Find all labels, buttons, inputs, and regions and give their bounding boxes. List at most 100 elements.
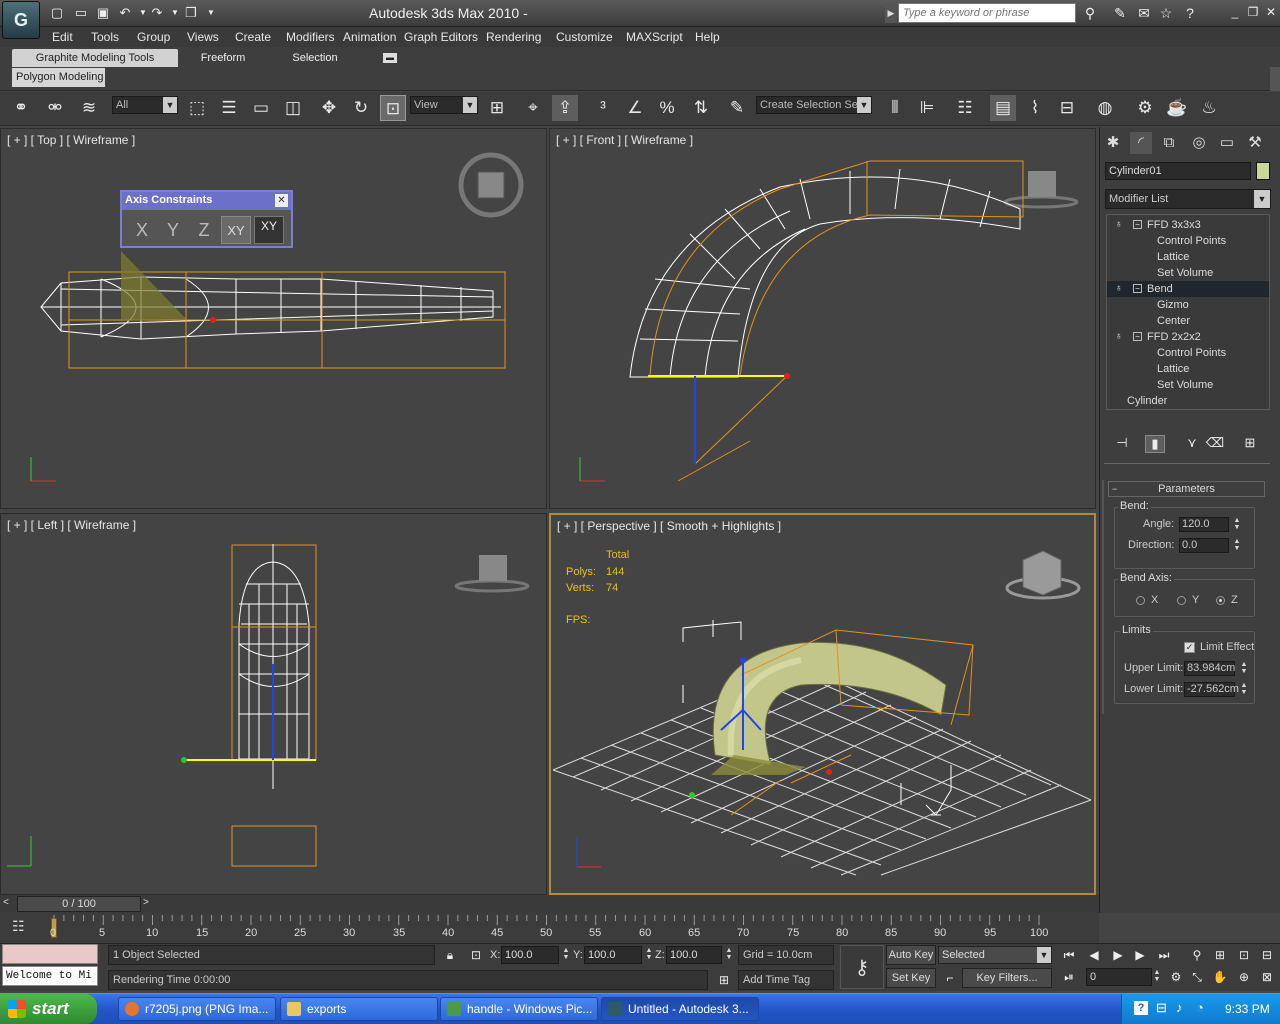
select-by-name-icon[interactable]: ☰ [216, 95, 242, 121]
communication-center-icon[interactable]: ✉ [1134, 4, 1154, 22]
render-setup-icon[interactable]: ⚙ [1132, 95, 1158, 121]
field-of-view-icon[interactable]: ⤡ [1187, 968, 1207, 986]
subscription-center-icon[interactable]: ✎ [1110, 4, 1130, 22]
remove-modifier-icon[interactable]: ⌫ [1205, 435, 1225, 453]
bend-axis-z-radio[interactable] [1216, 596, 1225, 605]
new-file-icon[interactable]: ▢ [48, 4, 66, 22]
utilities-panel-icon[interactable]: ⚒ [1244, 132, 1266, 154]
stack-item-set-volume[interactable]: Set Volume [1107, 265, 1269, 281]
open-file-icon[interactable]: ▭ [72, 4, 90, 22]
menu-animation[interactable]: Animation [343, 30, 396, 44]
menu-help[interactable]: Help [695, 30, 720, 44]
time-prev-arrow-icon[interactable]: < [3, 897, 15, 911]
angle-input[interactable]: 120.0 [1179, 517, 1229, 532]
limit-effect-checkbox[interactable]: ✓ [1184, 642, 1195, 653]
rollout-scrollbar[interactable] [1102, 480, 1104, 714]
close-icon[interactable]: ✕ [1262, 5, 1280, 21]
curve-editor-icon[interactable]: ⌇ [1022, 95, 1048, 121]
unlink-selection-icon[interactable]: ⚮ [42, 95, 68, 121]
select-and-link-icon[interactable]: ⚭ [8, 95, 34, 121]
stack-item-ffd-3x3x3[interactable]: ♁ − FFD 3x3x3 [1107, 217, 1269, 233]
upper-limit-spinner[interactable]: ▲ ▼ [1239, 661, 1249, 676]
time-slider[interactable]: 0 / 100 [17, 896, 141, 912]
edit-named-selection-icon[interactable]: ✎ [724, 95, 750, 121]
menu-tools[interactable]: Tools [91, 30, 119, 44]
hierarchy-panel-icon[interactable]: ⧉ [1158, 132, 1180, 154]
create-panel-icon[interactable]: ✱ [1102, 132, 1124, 154]
bend-axis-y-radio[interactable] [1177, 596, 1186, 605]
configure-modifier-sets-icon[interactable]: ⊞ [1240, 435, 1260, 453]
viewport-left[interactable]: [ + ] [ Left ] [ Wireframe ] [0, 513, 547, 895]
default-in-out-tangents-icon[interactable]: ⌐ [940, 969, 960, 987]
tray-app-icon[interactable]: ◔ [1196, 1000, 1204, 1015]
menu-graph-editors[interactable]: Graph Editors [404, 30, 478, 44]
stack-item-control-points[interactable]: Control Points [1107, 233, 1269, 249]
set-key-button[interactable]: Set Key [886, 968, 936, 988]
window-crossing-icon[interactable]: ◫ [280, 95, 306, 121]
search-expand-icon[interactable]: ▶ [885, 3, 897, 23]
zoom-extents-all-icon[interactable]: ⊟ [1257, 946, 1277, 964]
binoculars-icon[interactable]: ⚲ [1080, 4, 1100, 22]
pan-view-icon[interactable]: ✋ [1210, 968, 1230, 986]
go-to-start-icon[interactable]: ⏮ [1059, 946, 1079, 964]
snaps-toggle-icon[interactable]: ³ [590, 95, 616, 121]
modifier-list-dropdown[interactable]: Modifier List ▼ [1105, 189, 1271, 209]
collapse-box-icon[interactable]: − [1133, 284, 1142, 293]
reference-coordinate-dropdown[interactable]: View ▼ [410, 96, 478, 114]
stack-item-set-volume-2[interactable]: Set Volume [1107, 377, 1269, 393]
quick-access-dropdown-icon[interactable]: ▼ [202, 4, 220, 22]
select-and-rotate-icon[interactable]: ↻ [348, 95, 374, 121]
mirror-icon[interactable]: ⫴ [882, 95, 908, 121]
axis-x-button[interactable]: X [130, 217, 154, 243]
time-configuration-icon[interactable]: ⚙ [1166, 968, 1186, 986]
viewcube-perspective[interactable] [1005, 550, 1081, 600]
key-mode-dropdown[interactable]: Selected ▼ [938, 946, 1052, 964]
angle-spinner[interactable]: ▲ ▼ [1232, 517, 1242, 532]
maxscript-listener-input[interactable]: Welcome to Mi [2, 966, 98, 986]
pin-stack-icon[interactable]: ⊣ [1112, 435, 1132, 453]
stack-item-bend[interactable]: ♁ − Bend [1107, 281, 1269, 297]
stack-item-cylinder[interactable]: Cylinder [1107, 393, 1269, 409]
axis-z-button[interactable]: Z [192, 217, 216, 243]
parameters-rollout-header[interactable]: − Parameters [1108, 481, 1265, 497]
menu-create[interactable]: Create [235, 30, 271, 44]
zoom-extents-icon[interactable]: ⊡ [1234, 946, 1254, 964]
display-panel-icon[interactable]: ▭ [1216, 132, 1238, 154]
go-to-end-icon[interactable]: ⏭ [1154, 946, 1174, 964]
tab-selection[interactable]: Selection [280, 49, 350, 67]
viewport-top-label[interactable]: [ + ] [ Top ] [ Wireframe ] [7, 133, 135, 147]
y-coord-spinner[interactable]: ▲ ▼ [644, 947, 654, 962]
selection-filter-dropdown[interactable]: All ▼ [112, 96, 178, 114]
ribbon-menu-icon[interactable]: ▬ [383, 53, 397, 63]
taskbar-item-exports[interactable]: exports [280, 997, 438, 1021]
tab-polygon-modeling[interactable]: Polygon Modeling [12, 68, 105, 87]
z-coord-spinner[interactable]: ▲ ▼ [724, 947, 734, 962]
menu-rendering[interactable]: Rendering [486, 30, 541, 44]
key-filters-button[interactable]: Key Filters... [962, 968, 1052, 988]
z-coord-input[interactable]: 100.0 [666, 946, 722, 964]
add-time-tag-button[interactable]: Add Time Tag [738, 970, 834, 990]
pivot-center-icon[interactable]: ⊞ [484, 95, 510, 121]
select-object-icon[interactable]: ⬚ [184, 95, 210, 121]
select-manipulate-icon[interactable]: ⌖ [520, 95, 546, 121]
time-tag-icon[interactable]: ⊞ [714, 971, 734, 989]
taskbar-item-png-image[interactable]: r7205j.png (PNG Ima... [118, 997, 276, 1021]
track-bar[interactable]: ☷ 0 5 10 15 20 25 30 35 40 45 50 55 60 6… [0, 913, 1099, 943]
select-and-scale-icon[interactable]: ⊡ [380, 95, 406, 121]
menu-customize[interactable]: Customize [556, 30, 613, 44]
auto-key-button[interactable]: Auto Key [886, 945, 936, 965]
menu-views[interactable]: Views [187, 30, 219, 44]
y-coord-input[interactable]: 100.0 [584, 946, 642, 964]
object-color-swatch[interactable] [1256, 162, 1270, 180]
bend-axis-x-radio[interactable] [1136, 596, 1145, 605]
network-icon[interactable]: ⊟ [1156, 1000, 1167, 1016]
graphite-toggle-icon[interactable]: ▤ [990, 95, 1016, 121]
collapse-box-icon[interactable]: − [1133, 332, 1142, 341]
viewcube-top[interactable] [458, 152, 524, 218]
maxscript-listener-output[interactable] [2, 944, 98, 964]
maximize-viewport-icon[interactable]: ⊠ [1257, 968, 1277, 986]
start-button[interactable]: start [0, 994, 97, 1024]
axis-y-button[interactable]: Y [161, 217, 185, 243]
current-frame-input[interactable]: 0 [1086, 968, 1152, 986]
keyboard-shortcut-override-icon[interactable]: ⇪ [552, 95, 578, 121]
